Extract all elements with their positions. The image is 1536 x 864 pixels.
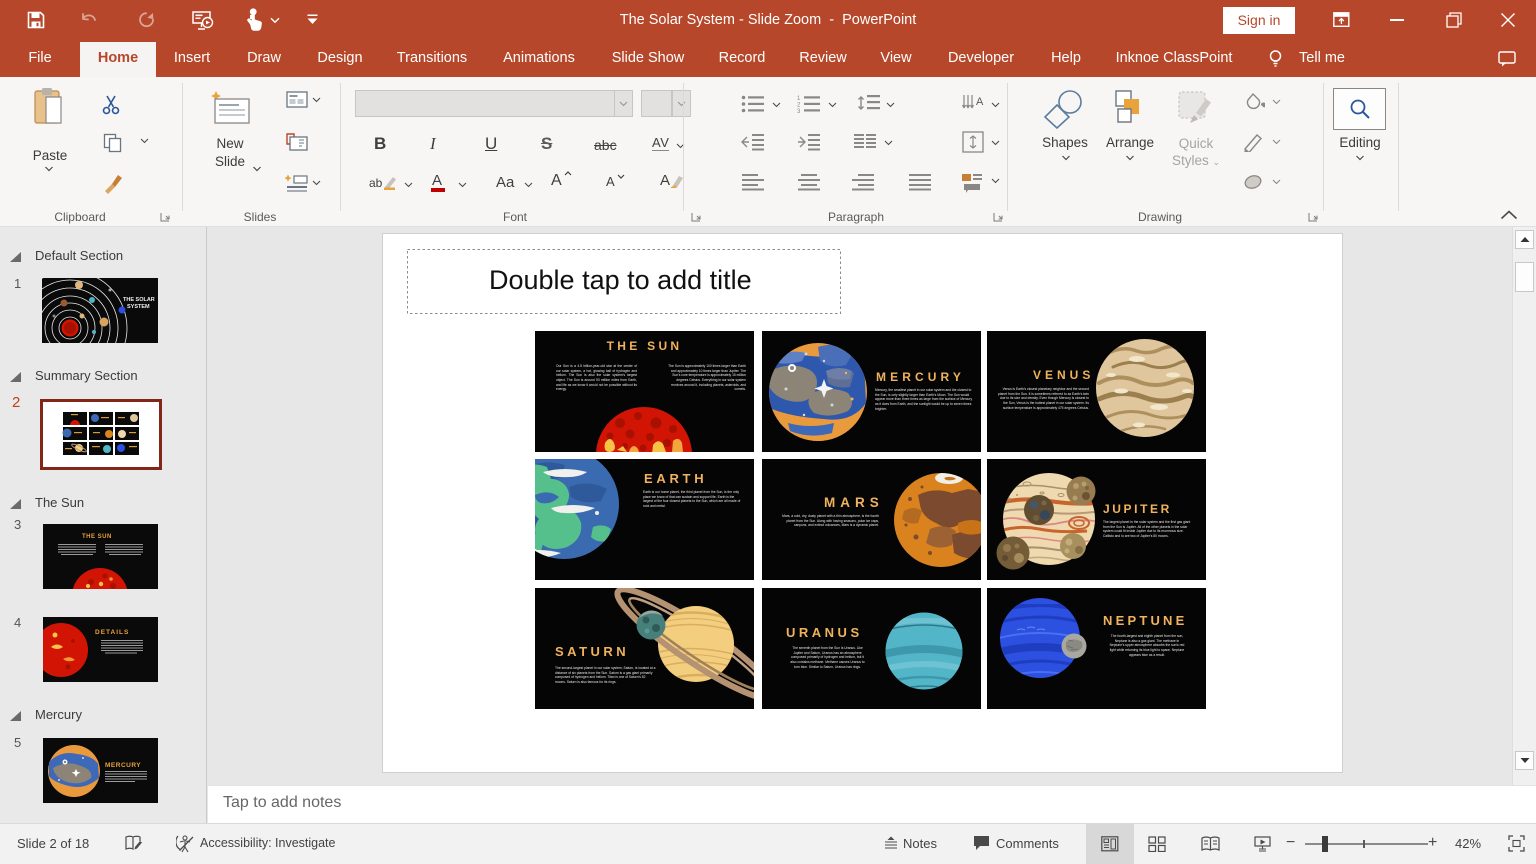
svg-text:THE SUN: THE SUN bbox=[82, 534, 112, 540]
svg-text:DETAILS: DETAILS bbox=[95, 629, 129, 636]
svg-text:SYSTEM: SYSTEM bbox=[127, 304, 150, 310]
svg-text:2: 2 bbox=[797, 103, 801, 109]
svg-text:MERCURY: MERCURY bbox=[105, 762, 141, 769]
svg-text:3: 3 bbox=[797, 109, 801, 113]
svg-text:A: A bbox=[976, 96, 984, 108]
svg-text:THE SOLAR: THE SOLAR bbox=[123, 297, 155, 303]
svg-text:1: 1 bbox=[797, 96, 801, 102]
